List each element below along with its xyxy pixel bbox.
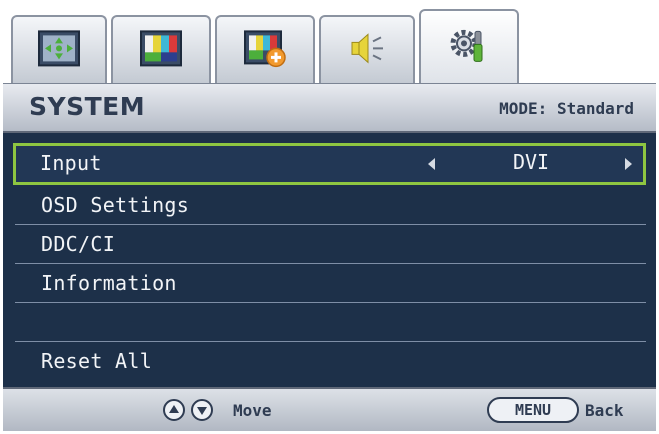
menu-item-reset-all[interactable]: Reset All [15,342,646,381]
tab-picture-advanced[interactable] [215,15,315,83]
input-selector[interactable]: DVI [416,146,646,182]
picture-advanced-icon [242,28,288,68]
menu-item-label: Information [41,271,177,295]
menu-item-input[interactable]: Input DVI [13,143,646,185]
menu-list: Input DVI OSD Settings DDC/CI Informatio… [3,133,656,387]
back-hint-label: Back [585,401,624,420]
mode-indicator: MODE: Standard [499,99,634,118]
menu-item-label: Reset All [41,349,153,373]
menu-item-osd-settings[interactable]: OSD Settings [15,186,646,225]
display-adjust-icon [36,28,82,68]
down-arrow-icon [197,407,207,415]
tab-display[interactable] [11,15,107,83]
menu-item-ddc-ci[interactable]: DDC/CI [15,225,646,264]
menu-button[interactable]: MENU [487,397,579,423]
arrow-right-icon[interactable] [625,158,632,170]
input-value: DVI [512,150,550,174]
tab-picture[interactable] [111,15,211,83]
menu-item-label: DDC/CI [41,232,116,256]
tab-bar [3,3,656,83]
menu-item-information[interactable]: Information [15,264,646,303]
menu-item-label: OSD Settings [41,193,190,217]
menu-header: SYSTEM MODE: Standard [3,83,656,133]
audio-icon [344,28,390,68]
menu-item-empty [15,303,646,342]
move-hint-label: Move [233,401,272,420]
down-arrow-button[interactable] [191,399,213,421]
up-arrow-button[interactable] [163,399,185,421]
picture-icon [138,28,184,68]
footer-hints: Move MENU Back [3,387,656,431]
menu-item-label: Input [40,151,102,175]
page-title: SYSTEM [29,92,146,121]
osd-window: SYSTEM MODE: Standard Input DVI OSD Sett… [3,3,656,431]
tab-audio[interactable] [319,15,415,83]
up-arrow-icon [169,405,179,413]
tab-system[interactable] [419,9,519,83]
system-settings-icon [446,25,492,65]
